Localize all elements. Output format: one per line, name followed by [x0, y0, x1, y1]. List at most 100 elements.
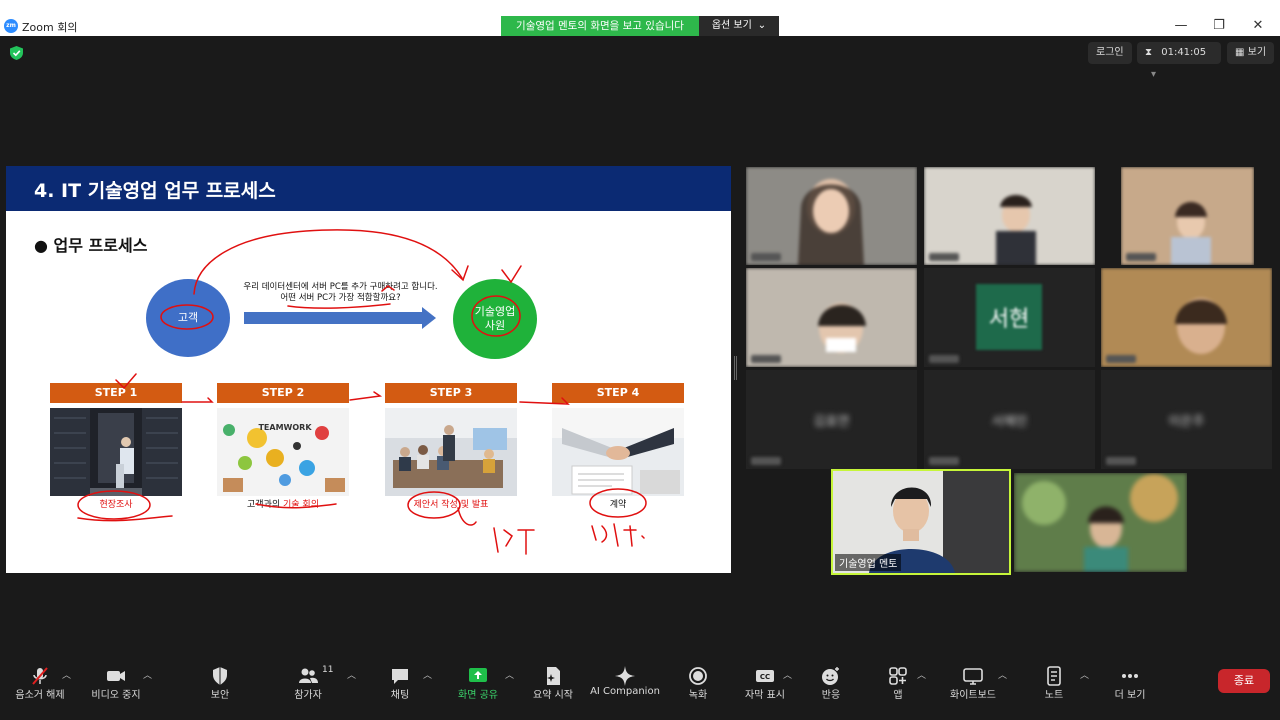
question-text: 우리 데이터센터에 서버 PC를 추가 구매하려고 합니다. 어떤 서버 PC가…: [238, 282, 443, 305]
shared-screen[interactable]: 4. IT 기술영업 업무 프로세스 ● 업무 프로세스 고객 기술영업 사원 …: [6, 166, 731, 573]
step-1-caption: 현장조사: [50, 497, 182, 510]
record-icon: [689, 667, 707, 685]
active-speaker-tile[interactable]: 기술영업 멘토: [831, 469, 1011, 575]
panel-splitter[interactable]: [734, 356, 737, 380]
participant-name: 서혜민: [991, 414, 1028, 429]
step-4-photo: [552, 408, 684, 496]
participant-mic-icon: [751, 457, 781, 465]
notes-icon: [1047, 666, 1061, 686]
apps-button[interactable]: 앱: [858, 656, 938, 716]
step-2-photo: TEAMWORK: [217, 408, 349, 496]
whiteboard-options-caret[interactable]: ︿: [998, 668, 1008, 681]
apps-grid-icon: [889, 667, 907, 685]
share-banner-text: 기술영업 멘토의 화면을 보고 있습니다: [501, 16, 699, 36]
annotation-ink: [77, 229, 647, 555]
step-3-caption: 제안서 작성 및 발표: [385, 497, 517, 510]
chat-bubble-icon: [392, 669, 408, 684]
view-button[interactable]: ▦ 보기: [1227, 42, 1275, 64]
participant-tile[interactable]: 서현: [924, 268, 1095, 367]
question-line-2: 어떤 서버 PC가 가장 적합할까요?: [280, 293, 401, 304]
apps-options-caret[interactable]: ︿: [917, 668, 927, 681]
unmute-button[interactable]: 음소거 해제: [0, 656, 80, 716]
slide-bullet: ● 업무 프로세스: [34, 236, 148, 255]
participants-icon: [299, 668, 318, 683]
zoom-window: zm Zoom 회의 기술영업 멘토의 화면을 보고 있습니다 옵션 보기 ⌄ …: [0, 0, 1280, 720]
sales-circle: 기술영업 사원: [453, 279, 537, 359]
chat-button[interactable]: 채팅: [360, 656, 440, 716]
participant-mic-icon: [751, 253, 781, 261]
view-layout-icon: ▦: [1235, 47, 1245, 58]
stop-video-label: 비디오 중지: [91, 690, 141, 701]
more-button[interactable]: 더 보기: [1090, 656, 1170, 716]
close-button[interactable]: ✕: [1243, 18, 1273, 34]
audio-options-caret[interactable]: ︿: [62, 668, 72, 681]
participant-name: 김효연: [813, 414, 850, 429]
more-dots-icon: [1122, 674, 1138, 678]
chevron-down-icon: ▾: [1151, 69, 1157, 80]
maximize-button[interactable]: ❐: [1204, 18, 1234, 34]
chat-label: 채팅: [390, 690, 410, 701]
participant-tile[interactable]: [1101, 268, 1272, 367]
notes-button[interactable]: 노트: [1014, 656, 1094, 716]
login-button[interactable]: 로그인: [1088, 42, 1132, 64]
view-options-label: 옵션 보기: [711, 20, 752, 31]
notes-label: 노트: [1044, 690, 1064, 701]
slide-title: 4. IT 기술영업 업무 프로세스: [34, 180, 276, 202]
stop-video-button[interactable]: 비디오 중지: [76, 656, 156, 716]
participant-name: 이은주: [1168, 414, 1205, 429]
participant-tile[interactable]: [924, 167, 1095, 265]
share-screen-icon: [469, 668, 487, 682]
participant-mic-icon: [1126, 253, 1156, 261]
chevron-down-icon: ⌄: [757, 20, 767, 31]
mentor-name: 기술영업 멘토: [835, 554, 902, 571]
notes-options-caret[interactable]: ︿: [1080, 668, 1090, 681]
slide-header: 4. IT 기술영업 업무 프로세스: [6, 166, 731, 211]
participant-tile[interactable]: 이은주: [1101, 370, 1272, 469]
customer-circle: 고객: [146, 279, 230, 357]
participant-tile[interactable]: [1014, 473, 1187, 572]
chat-options-caret[interactable]: ︿: [423, 668, 433, 681]
participant-avatar: 서현: [976, 284, 1042, 350]
step-3-caption-red: 제안서 작성 및 발표: [413, 500, 489, 510]
ai-sparkle-icon: [615, 666, 635, 686]
participant-mic-icon: [1106, 457, 1136, 465]
participant-tile[interactable]: [746, 268, 917, 367]
view-options-button[interactable]: 옵션 보기 ⌄: [699, 16, 779, 36]
step-1-label: STEP 1: [50, 383, 182, 403]
unmute-label: 음소거 해제: [15, 690, 65, 701]
meeting-timer[interactable]: ⧗ 01:41:05 ▾: [1137, 42, 1221, 80]
participant-tile[interactable]: 김효연: [746, 370, 917, 469]
participants-label: 참가자: [294, 690, 322, 701]
participant-mic-icon: [1106, 355, 1136, 363]
participant-tile[interactable]: 서혜민: [924, 370, 1095, 469]
participants-button[interactable]: 11 참가자: [268, 656, 348, 716]
whiteboard-button[interactable]: 화이트보드: [933, 656, 1013, 716]
ai-companion-button[interactable]: AI Companion: [585, 656, 665, 716]
teamwork-text: TEAMWORK: [258, 423, 312, 432]
participants-options-caret[interactable]: ︿: [347, 668, 357, 681]
participant-tile[interactable]: [746, 167, 917, 265]
step-1-photo: [50, 408, 182, 496]
security-label: 보안: [210, 690, 230, 701]
whiteboard-label: 화이트보드: [950, 690, 996, 701]
step-2-caption-red: 기술 회의: [283, 500, 319, 510]
cc-text: CC: [760, 673, 770, 681]
step-4-label: STEP 4: [552, 383, 684, 403]
participant-mic-icon: [929, 457, 959, 465]
minimize-button[interactable]: —: [1166, 18, 1196, 34]
flow-arrow: [244, 312, 424, 324]
share-screen-button[interactable]: 화면 공유: [438, 656, 518, 716]
participant-mic-icon: [751, 355, 781, 363]
start-summary-button[interactable]: 요약 시작: [513, 656, 593, 716]
security-shield-icon: [213, 667, 227, 685]
encryption-shield-icon[interactable]: [10, 46, 23, 60]
whiteboard-icon: [963, 668, 983, 685]
step-2-caption: 고객과의 기술 회의: [217, 497, 349, 510]
end-meeting-button[interactable]: 종료: [1218, 669, 1270, 693]
step-4-caption: 계약: [552, 497, 684, 510]
participant-tile[interactable]: [1121, 167, 1254, 265]
sales-label: 기술영업 사원: [474, 304, 516, 332]
video-options-caret[interactable]: ︿: [143, 668, 153, 681]
step-2-caption-text: 고객과의: [247, 500, 283, 510]
security-button[interactable]: 보안: [180, 656, 260, 716]
